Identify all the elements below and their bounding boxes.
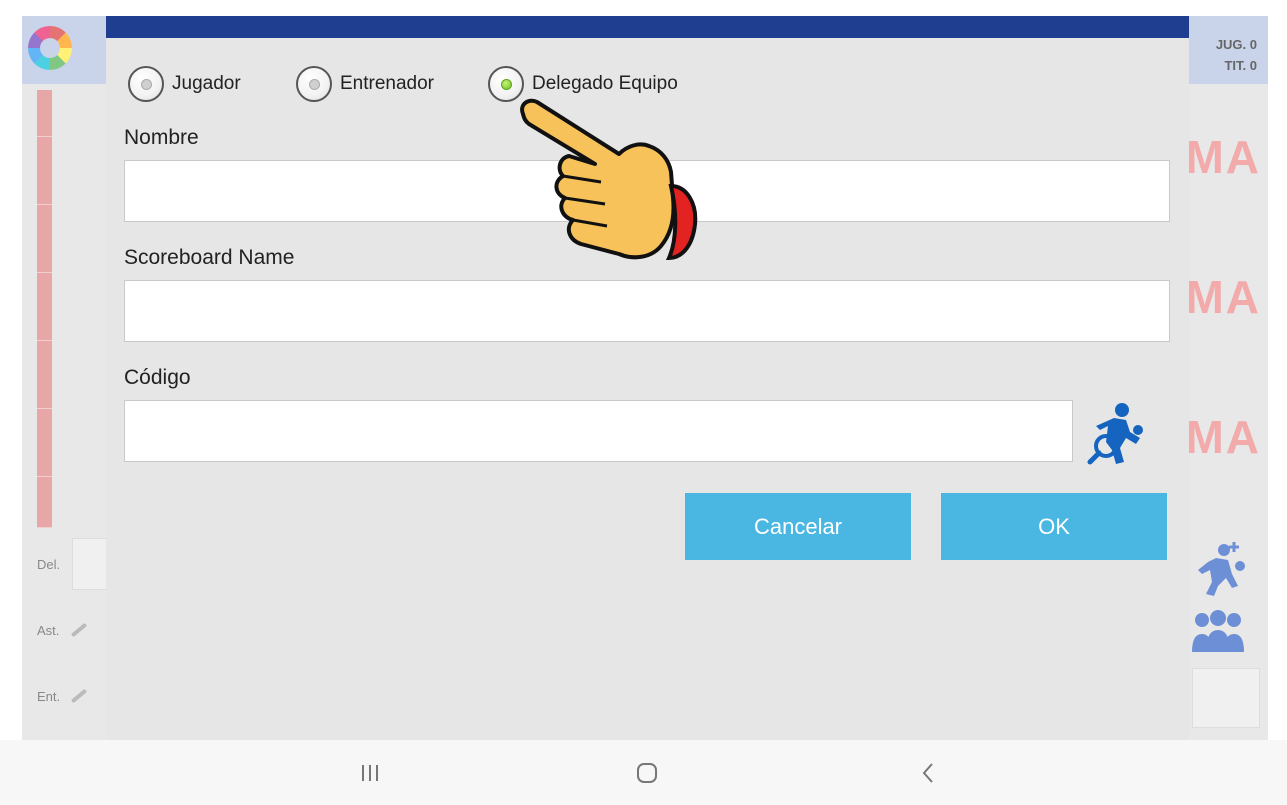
coach-label: Ent. — [37, 689, 61, 704]
back-icon — [922, 762, 933, 783]
player-search-icon[interactable] — [1086, 402, 1146, 468]
dialog-title-bar — [106, 16, 1189, 38]
roster-stripe — [37, 409, 52, 477]
cancel-button[interactable]: Cancelar — [685, 493, 911, 560]
radio-button-icon[interactable] — [128, 66, 164, 102]
roster-stripe — [37, 90, 52, 137]
recent-apps-button[interactable] — [330, 740, 410, 805]
radio-jugador[interactable]: Jugador — [128, 64, 241, 104]
instruction-caption — [0, 0, 1287, 16]
delegate-field[interactable] — [72, 538, 108, 590]
team-watermark: MA — [1185, 131, 1261, 183]
code-label: Código — [124, 366, 191, 389]
roster-stripe — [37, 137, 52, 205]
scoreboard-name-label: Scoreboard Name — [124, 246, 295, 269]
app-logo-icon — [28, 26, 72, 70]
radio-entrenador[interactable]: Entrenador — [296, 64, 434, 104]
radio-dot-icon — [308, 78, 320, 90]
roster-stripe — [37, 341, 52, 409]
name-label: Nombre — [124, 126, 199, 149]
team-icon[interactable] — [1190, 610, 1246, 652]
recent-apps-icon — [362, 764, 378, 781]
radio-label: Entrenador — [340, 73, 435, 94]
home-icon — [637, 762, 657, 783]
team-watermark: MA — [1185, 411, 1261, 463]
code-input[interactable] — [124, 400, 1073, 462]
roster-stripe — [37, 273, 52, 341]
radio-label: Delegado Equipo — [532, 73, 678, 94]
roster-stripe — [37, 205, 52, 273]
radio-button-icon[interactable] — [296, 66, 332, 102]
radio-dot-icon — [140, 78, 152, 90]
ok-button[interactable]: OK — [941, 493, 1167, 560]
radio-dot-selected-icon — [500, 78, 512, 90]
background-panel — [1192, 668, 1260, 728]
delegate-label: Del. — [37, 557, 61, 572]
scoreboard-name-input[interactable] — [124, 280, 1170, 342]
pointing-hand-icon — [520, 98, 698, 261]
team-watermark: MA — [1185, 271, 1261, 323]
players-counter: JUG. 0 — [1215, 37, 1257, 52]
back-button[interactable] — [888, 740, 968, 805]
radio-label: Jugador — [172, 73, 241, 94]
person-dialog: Jugador Entrenador Delegado Equipo Nombr… — [106, 16, 1189, 740]
add-player-icon[interactable] — [1194, 540, 1246, 596]
assistant-label: Ast. — [37, 623, 60, 638]
roster-stripe — [37, 477, 52, 528]
system-nav-bar — [0, 740, 1287, 805]
starters-counter: TIT. 0 — [1224, 58, 1257, 73]
home-button[interactable] — [607, 740, 687, 805]
